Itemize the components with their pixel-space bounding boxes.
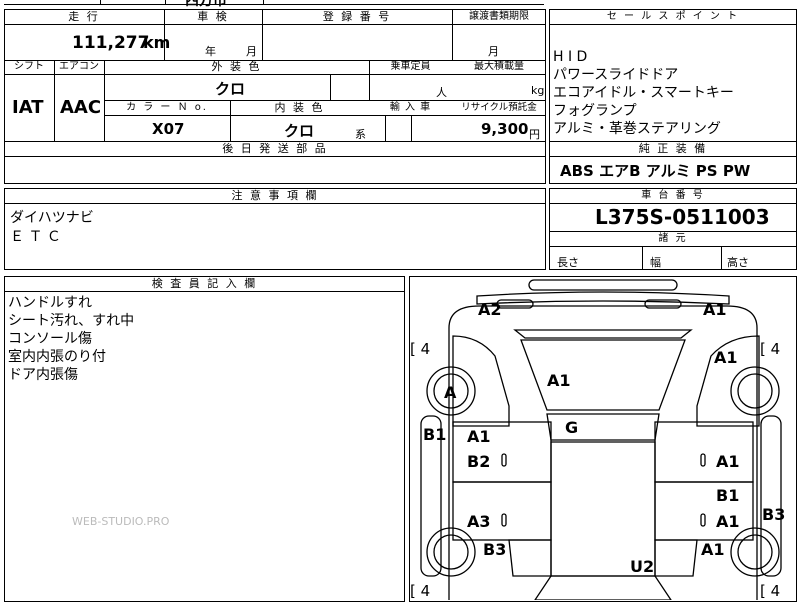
inspector-note-item: 室内内張のり付 xyxy=(8,349,106,365)
exterior-color-value: クロ xyxy=(215,80,246,98)
mark-door-rr-b: B1 xyxy=(716,486,740,505)
mark-rear-right: A1 xyxy=(701,540,725,559)
capacity-header: 乗車定員 xyxy=(390,61,431,72)
shift-value: IAT xyxy=(12,97,44,118)
sales-points-header: セ ー ル ス ポ イ ン ト xyxy=(606,11,740,22)
import-header: 輸 入 車 xyxy=(389,102,432,113)
sales-point-item: H I D xyxy=(553,49,588,65)
width-label: 幅 xyxy=(650,256,661,269)
windshield xyxy=(520,339,686,411)
dimensions-header: 諸 元 xyxy=(658,233,688,244)
load-unit: kg xyxy=(531,84,545,97)
shaken-header: 車 検 xyxy=(197,10,229,23)
rear-window xyxy=(534,575,672,600)
mark-rear-left: B3 xyxy=(483,540,507,559)
rocker-right xyxy=(760,415,782,577)
caution-note-item: ダイハツナビ xyxy=(10,210,94,226)
tire-rr-depth: [ 4 xyxy=(760,582,781,600)
recycle-fee-value: 9,300 xyxy=(481,120,529,138)
aircon-header: エアコン xyxy=(59,61,99,72)
roof xyxy=(550,441,656,577)
mark-door-fl-b: B2 xyxy=(467,452,491,471)
sales-point-item: パワースライドドア xyxy=(553,67,679,83)
transfer-deadline-header: 譲渡書類期限 xyxy=(469,11,529,22)
standard-equipment-value: ABS エアB アルミ PS PW xyxy=(560,162,751,180)
height-label: 高さ xyxy=(727,256,749,269)
sales-point-item: アルミ・革巻ステアリング xyxy=(553,121,721,137)
inspector-note-item: ドア内張傷 xyxy=(8,367,78,383)
aircon-value: AAC xyxy=(60,97,102,118)
grille-outline xyxy=(476,291,730,305)
watermark: WEB-STUDIO.PRO xyxy=(72,515,170,528)
interior-color-header: 内 装 色 xyxy=(274,101,325,114)
recycle-unit: 円 xyxy=(529,128,540,141)
color-no-header: カ ラ ー Ｎ o. xyxy=(126,102,208,113)
registration-header: 登 録 番 号 xyxy=(322,10,392,23)
recycle-fee-header: リサイクル預託金 xyxy=(461,102,537,113)
length-label: 長さ xyxy=(557,256,579,269)
door-rear-left xyxy=(452,481,552,541)
headlight-left xyxy=(496,299,534,309)
capacity-unit: 人 xyxy=(436,86,447,99)
inspector-note-item: ハンドルすれ xyxy=(8,295,92,311)
transfer-month-unit: 月 xyxy=(488,45,499,58)
chassis-no-value: L375S-0511003 xyxy=(595,205,770,229)
mark-door-rl: A3 xyxy=(467,512,491,531)
inspector-header: 検 査 員 記 入 欄 xyxy=(151,277,258,290)
mark-rocker-right: B3 xyxy=(762,505,786,524)
inspector-note-item: コンソール傷 xyxy=(8,331,92,347)
chassis-no-header: 車 台 番 号 xyxy=(641,190,705,201)
caution-header: 注 意 事 項 欄 xyxy=(231,189,319,202)
hood-edge xyxy=(513,329,693,339)
caution-note-item: Ｅ Ｔ Ｃ xyxy=(10,229,61,245)
interior-color-value: クロ xyxy=(284,122,315,140)
mileage-header: 走 行 xyxy=(68,10,100,23)
mark-front-left: A2 xyxy=(478,300,502,319)
interior-suffix: 系 xyxy=(355,128,366,141)
pillar-rear-left xyxy=(508,539,552,577)
sales-point-item: フォグランプ xyxy=(553,103,637,119)
front-bumper-outline xyxy=(528,279,678,291)
mark-rocker-left: B1 xyxy=(423,425,447,444)
mark-front-right: A1 xyxy=(703,300,727,319)
inspector-note-item: シート汚れ、すれ中 xyxy=(8,313,135,329)
tire-rl-depth: [ 4 xyxy=(410,582,431,600)
color-no-value: X07 xyxy=(152,120,185,138)
mark-door-fl-a: A1 xyxy=(467,427,491,446)
shaken-month-unit: 月 xyxy=(246,45,257,58)
mark-wheel-fl: A xyxy=(444,383,457,402)
standard-equipment-header: 純 正 装 備 xyxy=(638,142,708,155)
mileage-unit: km xyxy=(143,33,171,52)
mark-back: U2 xyxy=(630,557,655,576)
mark-door-fr: A1 xyxy=(716,452,740,471)
mark-hood: A1 xyxy=(547,371,571,390)
mark-fender-right: A1 xyxy=(714,348,738,367)
shift-header: シフト xyxy=(14,61,44,72)
mark-door-rr-a: A1 xyxy=(716,512,740,531)
mark-roof: G xyxy=(565,418,579,437)
roof-front xyxy=(546,413,660,441)
tire-fr-depth: [ 4 xyxy=(760,340,781,358)
exterior-color-header: 外 装 色 xyxy=(211,60,262,73)
shaken-year-unit: 年 xyxy=(205,45,216,58)
later-parts-header: 後 日 発 送 部 品 xyxy=(222,142,328,155)
pillar-rear-right xyxy=(654,539,698,577)
mileage-value: 111,277 xyxy=(72,33,150,53)
max-load-header: 最大積載量 xyxy=(474,61,524,72)
tire-fl-depth: [ 4 xyxy=(410,340,431,358)
top-border xyxy=(4,4,544,5)
sales-point-item: エコアイドル・スマートキー xyxy=(553,85,734,101)
